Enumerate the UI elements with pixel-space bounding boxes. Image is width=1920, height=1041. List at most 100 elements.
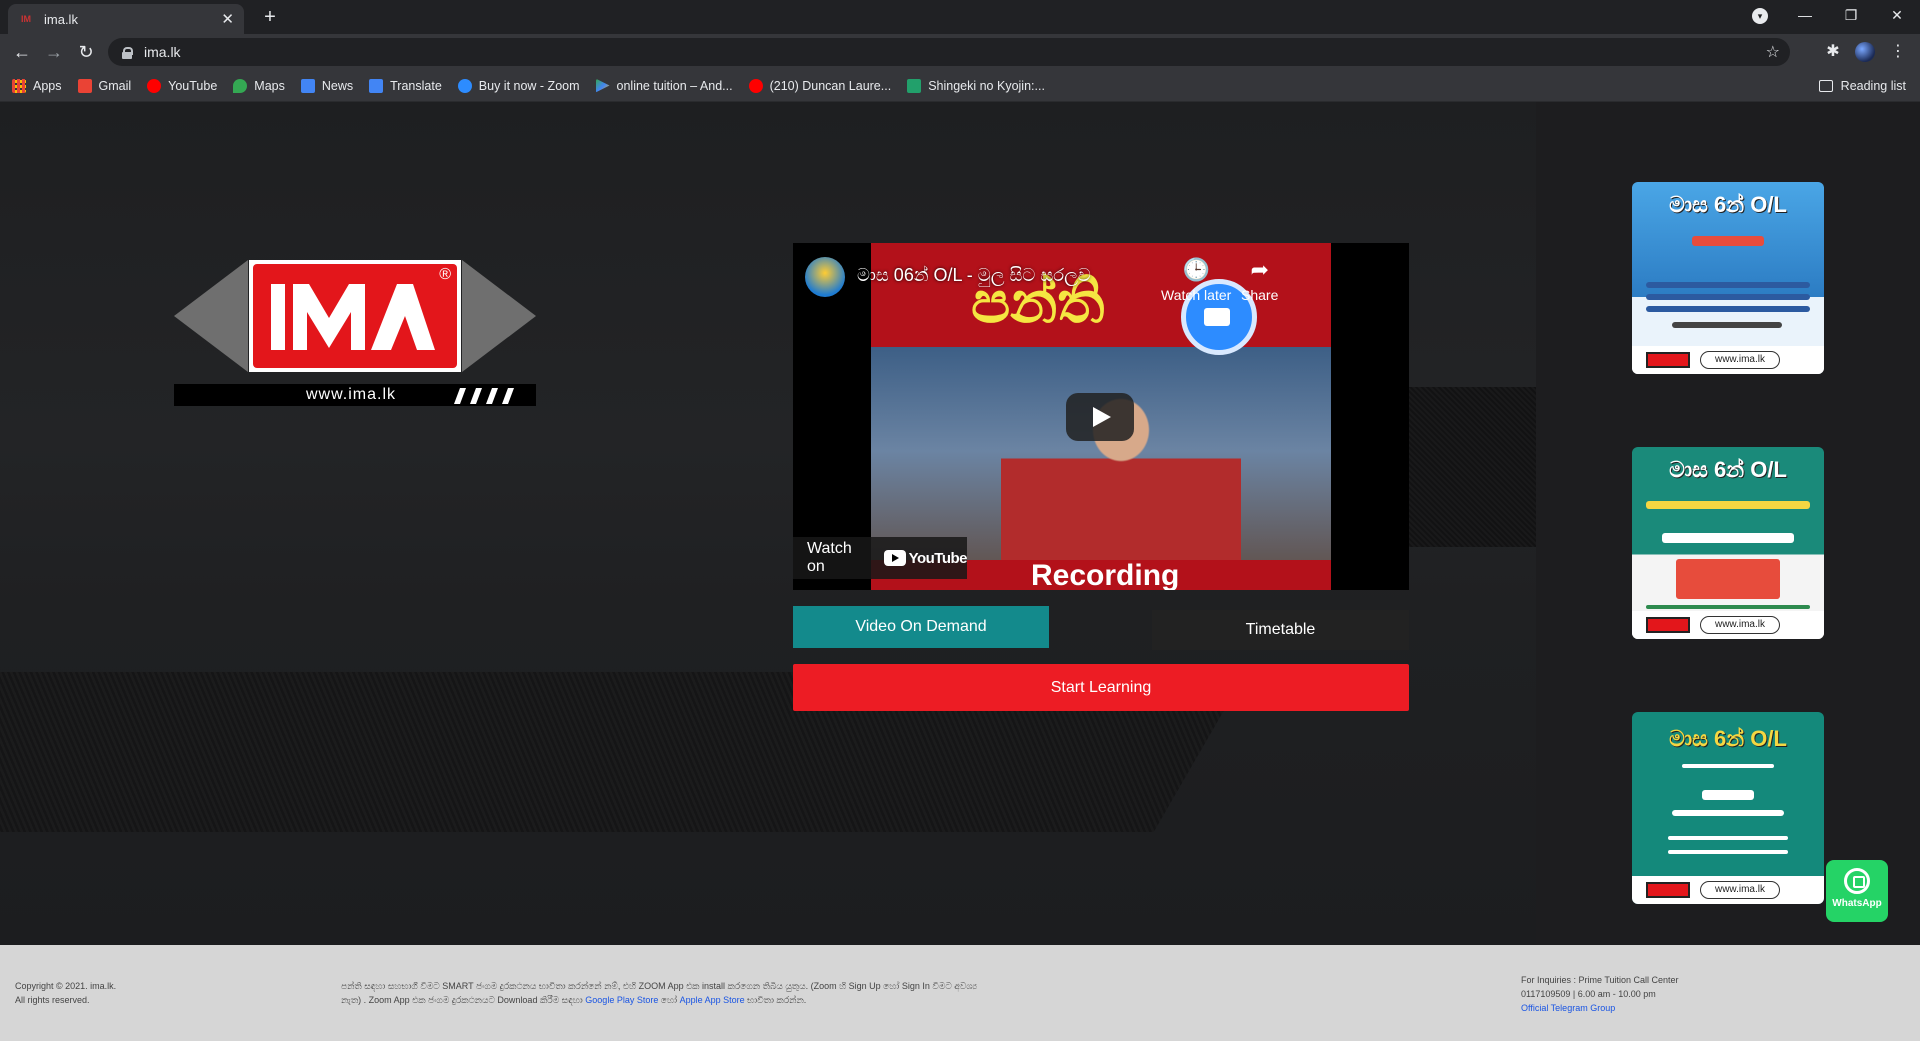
tab-strip: IM ima.lk ✕ + ▾ — ❐ ✕ — [0, 0, 1920, 34]
youtube-icon — [147, 78, 162, 93]
registered-mark: ® — [439, 266, 451, 283]
poster-card[interactable]: මාස 6න් O/L www.ima.lk — [1632, 182, 1824, 374]
poster-title: මාස 6න් O/L — [1669, 457, 1787, 482]
address-bar[interactable]: ima.lk ☆ — [108, 38, 1790, 66]
poster-card[interactable]: මාස 6න් O/L www.ima.lk — [1632, 447, 1824, 639]
gmail-icon — [77, 78, 92, 93]
timetable-button[interactable]: Timetable — [1152, 610, 1409, 650]
poster-line — [1668, 850, 1788, 854]
phone-hours: 0117109509 | 6.00 am - 10.00 pm — [1521, 989, 1656, 999]
url-text: ima.lk — [144, 44, 181, 60]
ima-small-logo — [1646, 352, 1690, 368]
tab-title: ima.lk — [44, 11, 78, 27]
start-learning-button[interactable]: Start Learning — [793, 664, 1409, 711]
close-tab-icon[interactable]: ✕ — [221, 10, 234, 28]
share-icon: ➦ — [1250, 257, 1269, 282]
back-icon[interactable]: ← — [10, 40, 34, 64]
bookmark-youtube[interactable]: YouTube — [147, 78, 217, 93]
poster-line — [1646, 605, 1810, 609]
poster-card[interactable]: මාස 6න් O/L www.ima.lk — [1632, 712, 1824, 904]
lock-icon — [122, 46, 133, 59]
youtube-logo: YouTube — [883, 550, 968, 567]
page: ® www.ima.lk පන්ති Recording මාස 06න් O/ — [0, 102, 1920, 1041]
bookmark-star-icon[interactable]: ☆ — [1766, 42, 1780, 62]
reading-list-icon — [1818, 80, 1833, 92]
logo-box: ® — [249, 260, 461, 372]
video-on-demand-button[interactable]: Video On Demand — [793, 606, 1049, 648]
apps-grid-icon — [12, 78, 26, 93]
apple-app-store-link[interactable]: Apple App Store — [680, 995, 745, 1005]
reading-list[interactable]: Reading list — [1818, 70, 1906, 102]
zoom-instructions: පන්ති සඳහා සහභාගී වීමට SMART ජංගම දුරකථන… — [341, 981, 978, 1005]
extensions-icon[interactable]: ✱ — [1823, 42, 1843, 62]
ima-small-logo — [1646, 617, 1690, 633]
minimize-icon[interactable]: — — [1782, 0, 1828, 34]
poster-line — [1646, 306, 1810, 312]
restore-icon[interactable]: ❐ — [1828, 0, 1874, 34]
maps-pin-icon — [233, 78, 248, 93]
tab-search-icon[interactable]: ▾ — [1752, 8, 1768, 24]
poster-badge — [1692, 236, 1764, 246]
poster-line — [1646, 282, 1810, 288]
window-close-icon[interactable]: ✕ — [1874, 0, 1920, 34]
poster-line — [1702, 790, 1754, 800]
poster-footer: www.ima.lk — [1632, 876, 1824, 904]
recording-text: Recording — [1031, 559, 1180, 590]
bookmark-news[interactable]: News — [300, 78, 353, 93]
watch-on-youtube-button[interactable]: Watch on YouTube — [793, 537, 968, 579]
ima-small-logo — [1646, 882, 1690, 898]
video-title[interactable]: මාස 06න් O/L - මුල සිට සරලව — [857, 265, 1091, 286]
bookmark-online-tuition[interactable]: online tuition – And... — [595, 78, 733, 93]
youtube-play-icon — [883, 550, 906, 566]
bookmarks-bar: Apps Gmail YouTube Maps News Translate B… — [0, 70, 1920, 102]
share-button[interactable]: ➦ Share — [1241, 257, 1278, 303]
news-icon — [300, 78, 315, 93]
reload-icon[interactable]: ↻ — [74, 40, 98, 64]
poster-title: මාස 6න් O/L — [1669, 726, 1787, 751]
poster-line — [1682, 764, 1774, 768]
watch-later-button[interactable]: 🕒 Watch later — [1161, 257, 1231, 303]
new-tab-icon[interactable]: + — [258, 6, 282, 30]
logo-slashes-icon — [454, 388, 514, 404]
poster-line — [1672, 810, 1784, 816]
logo-right-arrow — [462, 260, 536, 372]
favicon-icon: IM — [21, 14, 31, 24]
forward-icon[interactable]: → — [42, 40, 66, 64]
bookmark-maps[interactable]: Maps — [233, 78, 285, 93]
clock-icon: 🕒 — [1182, 257, 1210, 282]
play-store-icon — [595, 78, 610, 93]
bookmark-translate[interactable]: Translate — [369, 78, 442, 93]
poster-line — [1672, 322, 1782, 328]
poster-sidebar: මාස 6න් O/L www.ima.lk මාස 6න් O/L www.i… — [1536, 102, 1920, 945]
copyright: Copyright © 2021. ima.lk. All rights res… — [15, 981, 117, 1005]
whatsapp-icon — [1844, 868, 1870, 894]
channel-avatar[interactable] — [805, 257, 845, 297]
poster-web: www.ima.lk — [1700, 881, 1780, 899]
bookmark-shingeki[interactable]: Shingeki no Kyojin:... — [907, 78, 1045, 93]
poster-web: www.ima.lk — [1700, 616, 1780, 634]
shingeki-icon — [907, 78, 922, 93]
bookmark-apps[interactable]: Apps — [12, 78, 62, 93]
bookmark-gmail[interactable]: Gmail — [77, 78, 131, 93]
logo-left-arrow — [174, 260, 248, 372]
whatsapp-button[interactable]: WhatsApp — [1826, 860, 1888, 922]
ima-logo[interactable]: ® www.ima.lk — [174, 260, 536, 408]
browser-tab[interactable]: IM ima.lk ✕ — [8, 4, 244, 34]
poster-line — [1646, 294, 1810, 300]
inquiries-text: For Inquiries : Prime Tuition Call Cente… — [1521, 975, 1679, 985]
contact-info: For Inquiries : Prime Tuition Call Cente… — [1521, 973, 1679, 1015]
bookmark-duncan[interactable]: (210) Duncan Laure... — [748, 78, 891, 93]
poster-footer: www.ima.lk — [1632, 611, 1824, 639]
play-button[interactable] — [1066, 393, 1134, 441]
browser-toolbar: ← → ↻ ima.lk ☆ ✱ ⋮ — [0, 34, 1920, 70]
youtube-embed[interactable]: පන්ති Recording මාස 06න් O/L - මුල සිට ස… — [793, 243, 1409, 590]
footer: Copyright © 2021. ima.lk. All rights res… — [0, 945, 1920, 1041]
bookmark-zoom[interactable]: Buy it now - Zoom — [457, 78, 580, 93]
translate-icon — [369, 78, 384, 93]
profile-avatar[interactable] — [1855, 42, 1875, 62]
telegram-link[interactable]: Official Telegram Group — [1521, 1003, 1615, 1013]
menu-icon[interactable]: ⋮ — [1888, 42, 1908, 62]
poster-line — [1646, 501, 1810, 509]
google-play-link[interactable]: Google Play Store — [585, 995, 658, 1005]
poster-date-box — [1676, 559, 1780, 599]
